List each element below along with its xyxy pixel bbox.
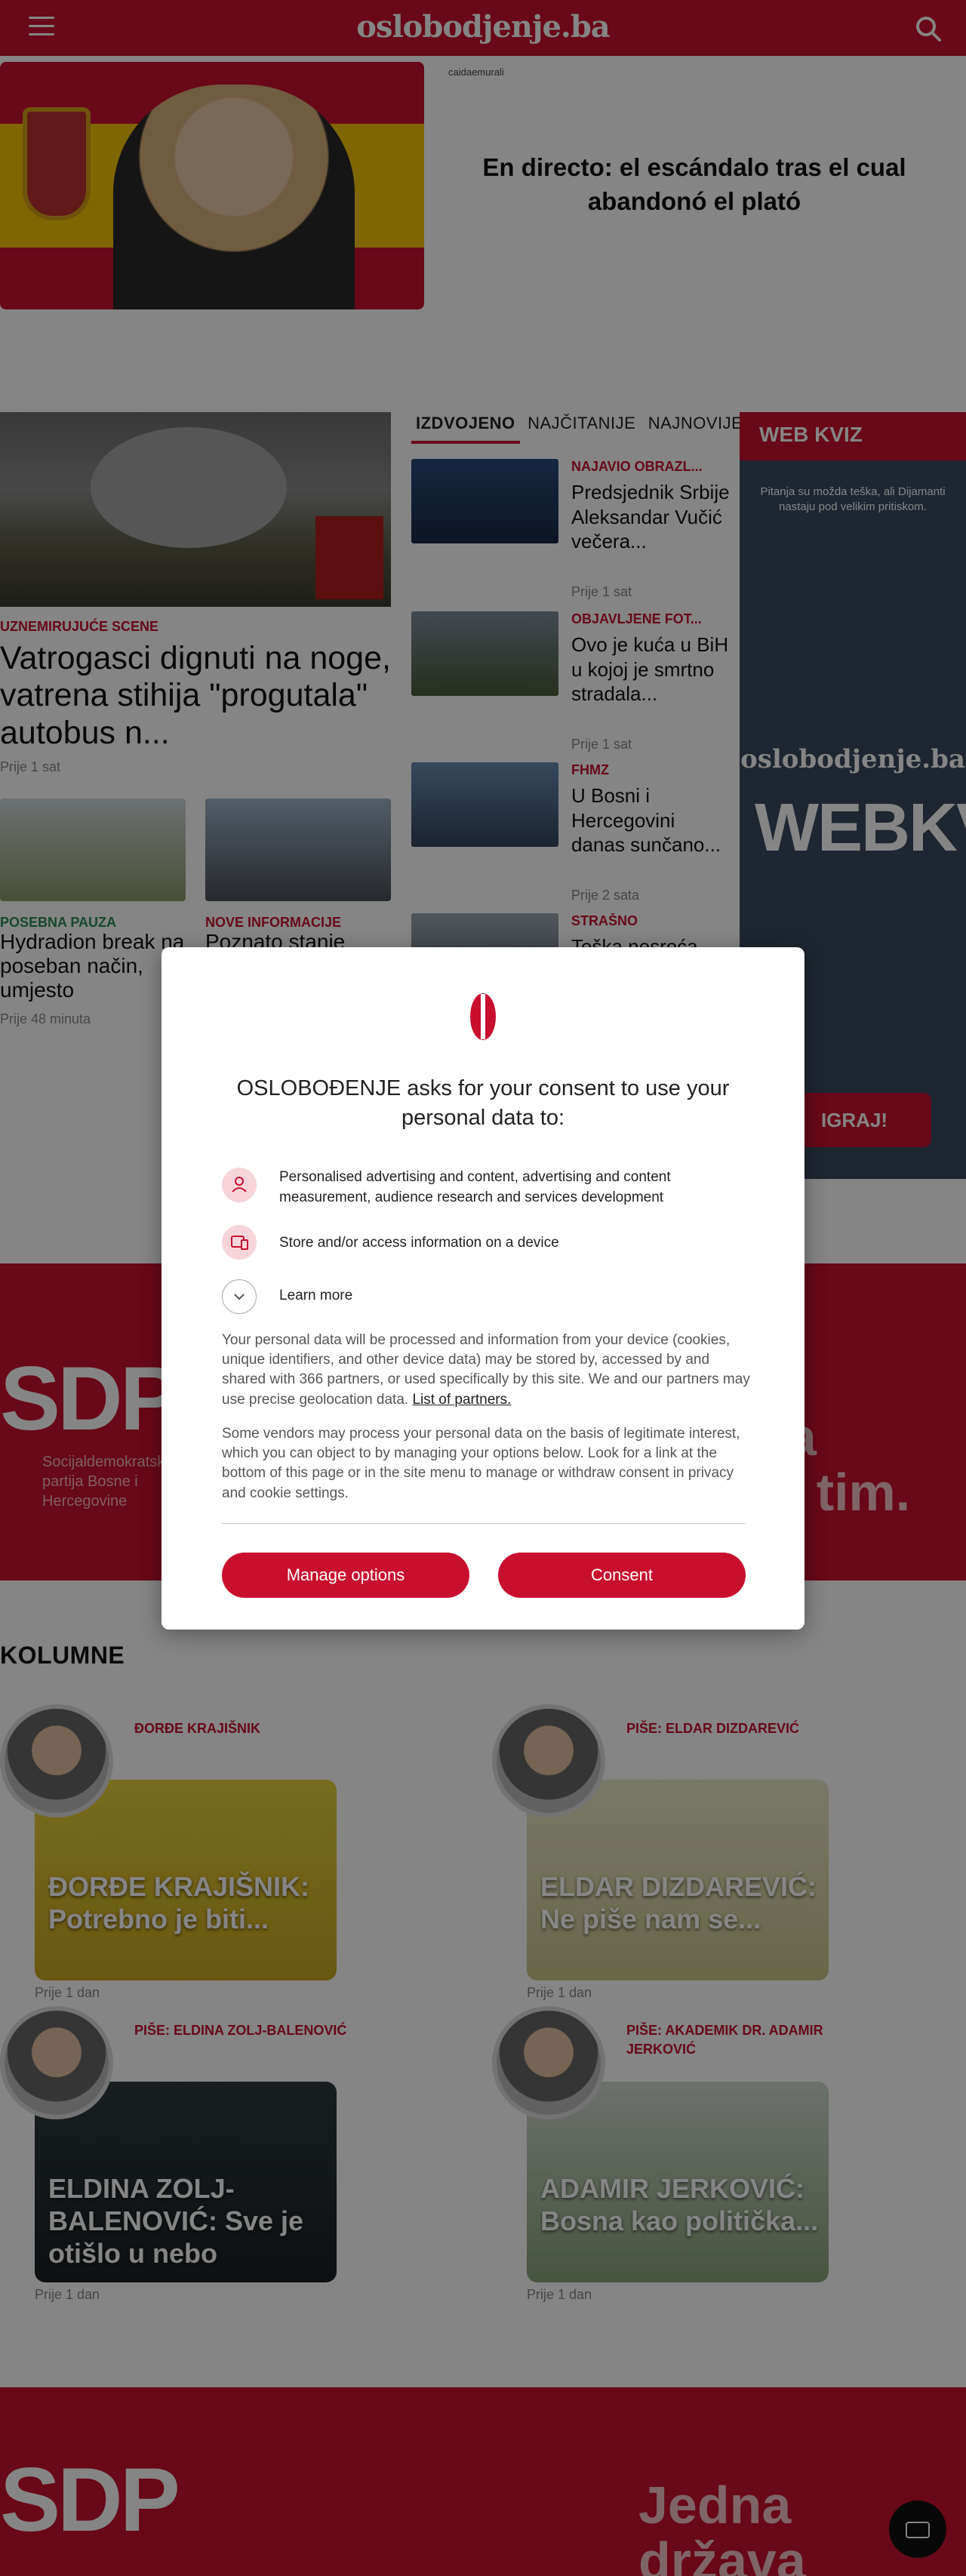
divider — [222, 1523, 746, 1524]
consent-purpose-text: Personalised advertising and content, ad… — [279, 1169, 671, 1205]
consent-paragraph: Your personal data will be processed and… — [222, 1331, 750, 1410]
consent-dialog: OSLOBOĐENJE asks for your consent to use… — [162, 947, 804, 1630]
learn-more-label: Learn more — [279, 1288, 353, 1303]
chevron-down-icon — [222, 1279, 257, 1314]
consent-button[interactable]: Consent — [498, 1553, 746, 1598]
consent-purpose-text: Store and/or access information on a dev… — [279, 1235, 559, 1251]
consent-paragraph-2: Some vendors may process your personal d… — [222, 1426, 740, 1501]
manage-options-button[interactable]: Manage options — [222, 1553, 469, 1598]
consent-title: OSLOBOĐENJE asks for your consent to use… — [236, 1076, 730, 1131]
device-icon — [222, 1225, 257, 1260]
partners-link[interactable]: List of partners. — [412, 1392, 511, 1408]
site-logo-icon — [468, 991, 498, 1042]
person-icon — [222, 1168, 257, 1202]
learn-more-toggle[interactable]: Learn more — [222, 1279, 448, 1314]
